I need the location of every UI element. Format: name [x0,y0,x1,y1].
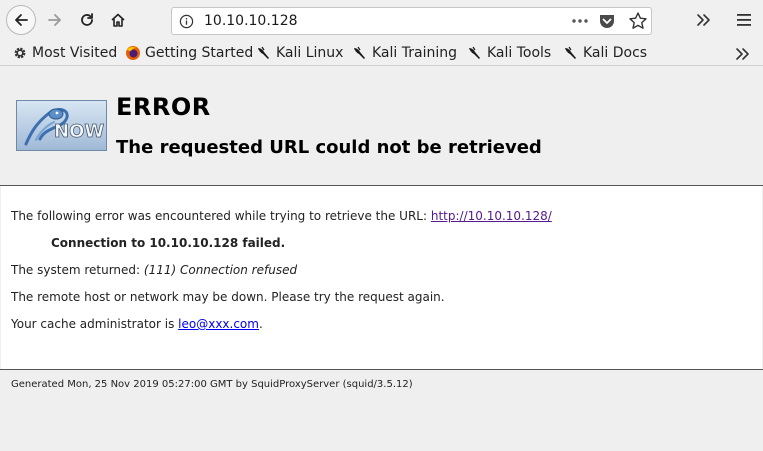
divider [0,369,763,370]
svg-text:NOW: NOW [54,121,104,142]
admin-email-link[interactable]: leo@xxx.com [178,317,259,331]
page-content: NOW ERROR The requested URL could not be… [0,66,763,451]
remote-host-text: The remote host or network may be down. … [11,290,445,304]
kali-dragon-icon [565,46,576,59]
bookmark-getting-started[interactable]: Getting Started [125,44,253,62]
bookmark-label: Most Visited [32,45,118,61]
bookmark-label: Kali Training [372,45,457,61]
kali-dragon-icon [354,46,365,59]
gear-icon [14,47,26,59]
bookmark-label: Kali Docs [583,45,648,61]
bookmark-label: Kali Linux [276,45,344,61]
bookmark-kali-docs[interactable]: Kali Docs [563,44,647,62]
system-returned-value: (111) Connection refused [143,263,298,277]
bookmark-kali-training[interactable]: Kali Training [352,44,457,62]
home-button[interactable] [103,5,133,35]
hamburger-menu-icon[interactable] [733,10,755,30]
bookmark-star-icon[interactable] [628,11,648,31]
bookmark-label: Kali Tools [487,45,552,61]
arrow-right-icon [48,14,61,26]
intro-text: The following error was encountered whil… [11,209,431,223]
navigation-toolbar: 10.10.10.128 [0,0,763,40]
admin-suffix: . [258,317,263,331]
forward-button[interactable] [40,5,70,35]
bookmark-kali-tools[interactable]: Kali Tools [467,44,551,62]
reload-icon [81,13,93,26]
error-url-link[interactable]: http://10.10.10.128/ [431,209,552,223]
bookmarks-toolbar: Most Visited Getting Started Kali Linux … [0,40,763,66]
url-text[interactable]: 10.10.10.128 [204,13,298,29]
info-icon[interactable] [179,14,194,29]
bookmark-label: Getting Started [145,45,254,61]
page-title: ERROR [116,93,211,121]
footer-text: Generated Mon, 25 Nov 2019 05:27:00 GMT … [11,379,413,390]
kali-dragon-icon [469,46,480,59]
bookmark-most-visited[interactable]: Most Visited [12,44,117,62]
pocket-icon[interactable] [598,13,616,30]
admin-line: Your cache administrator is leo@xxx.com. [11,317,263,331]
squid-now-logo: NOW [16,100,107,151]
error-panel: The following error was encountered whil… [1,186,762,369]
bookmark-kali-linux[interactable]: Kali Linux [256,44,343,62]
page-actions-icon[interactable] [569,12,591,30]
intro-line: The following error was encountered whil… [11,209,552,223]
chevron-double-right-icon[interactable] [693,10,715,30]
home-icon [111,13,125,27]
error-detail: Connection to 10.10.10.128 failed. [51,236,286,250]
firefox-icon [126,46,140,60]
kali-dragon-icon [258,46,269,59]
system-returned-label: The system returned: [11,263,144,277]
reload-button[interactable] [72,5,102,35]
system-returned-line: The system returned: (111) Connection re… [11,263,297,277]
url-bar[interactable]: 10.10.10.128 [171,7,652,35]
back-button[interactable] [6,5,36,35]
arrow-left-icon [15,14,28,26]
admin-text: Your cache administrator is [11,317,179,331]
page-subtitle: The requested URL could not be retrieved [116,137,542,158]
chevron-double-right-icon[interactable] [733,45,753,63]
